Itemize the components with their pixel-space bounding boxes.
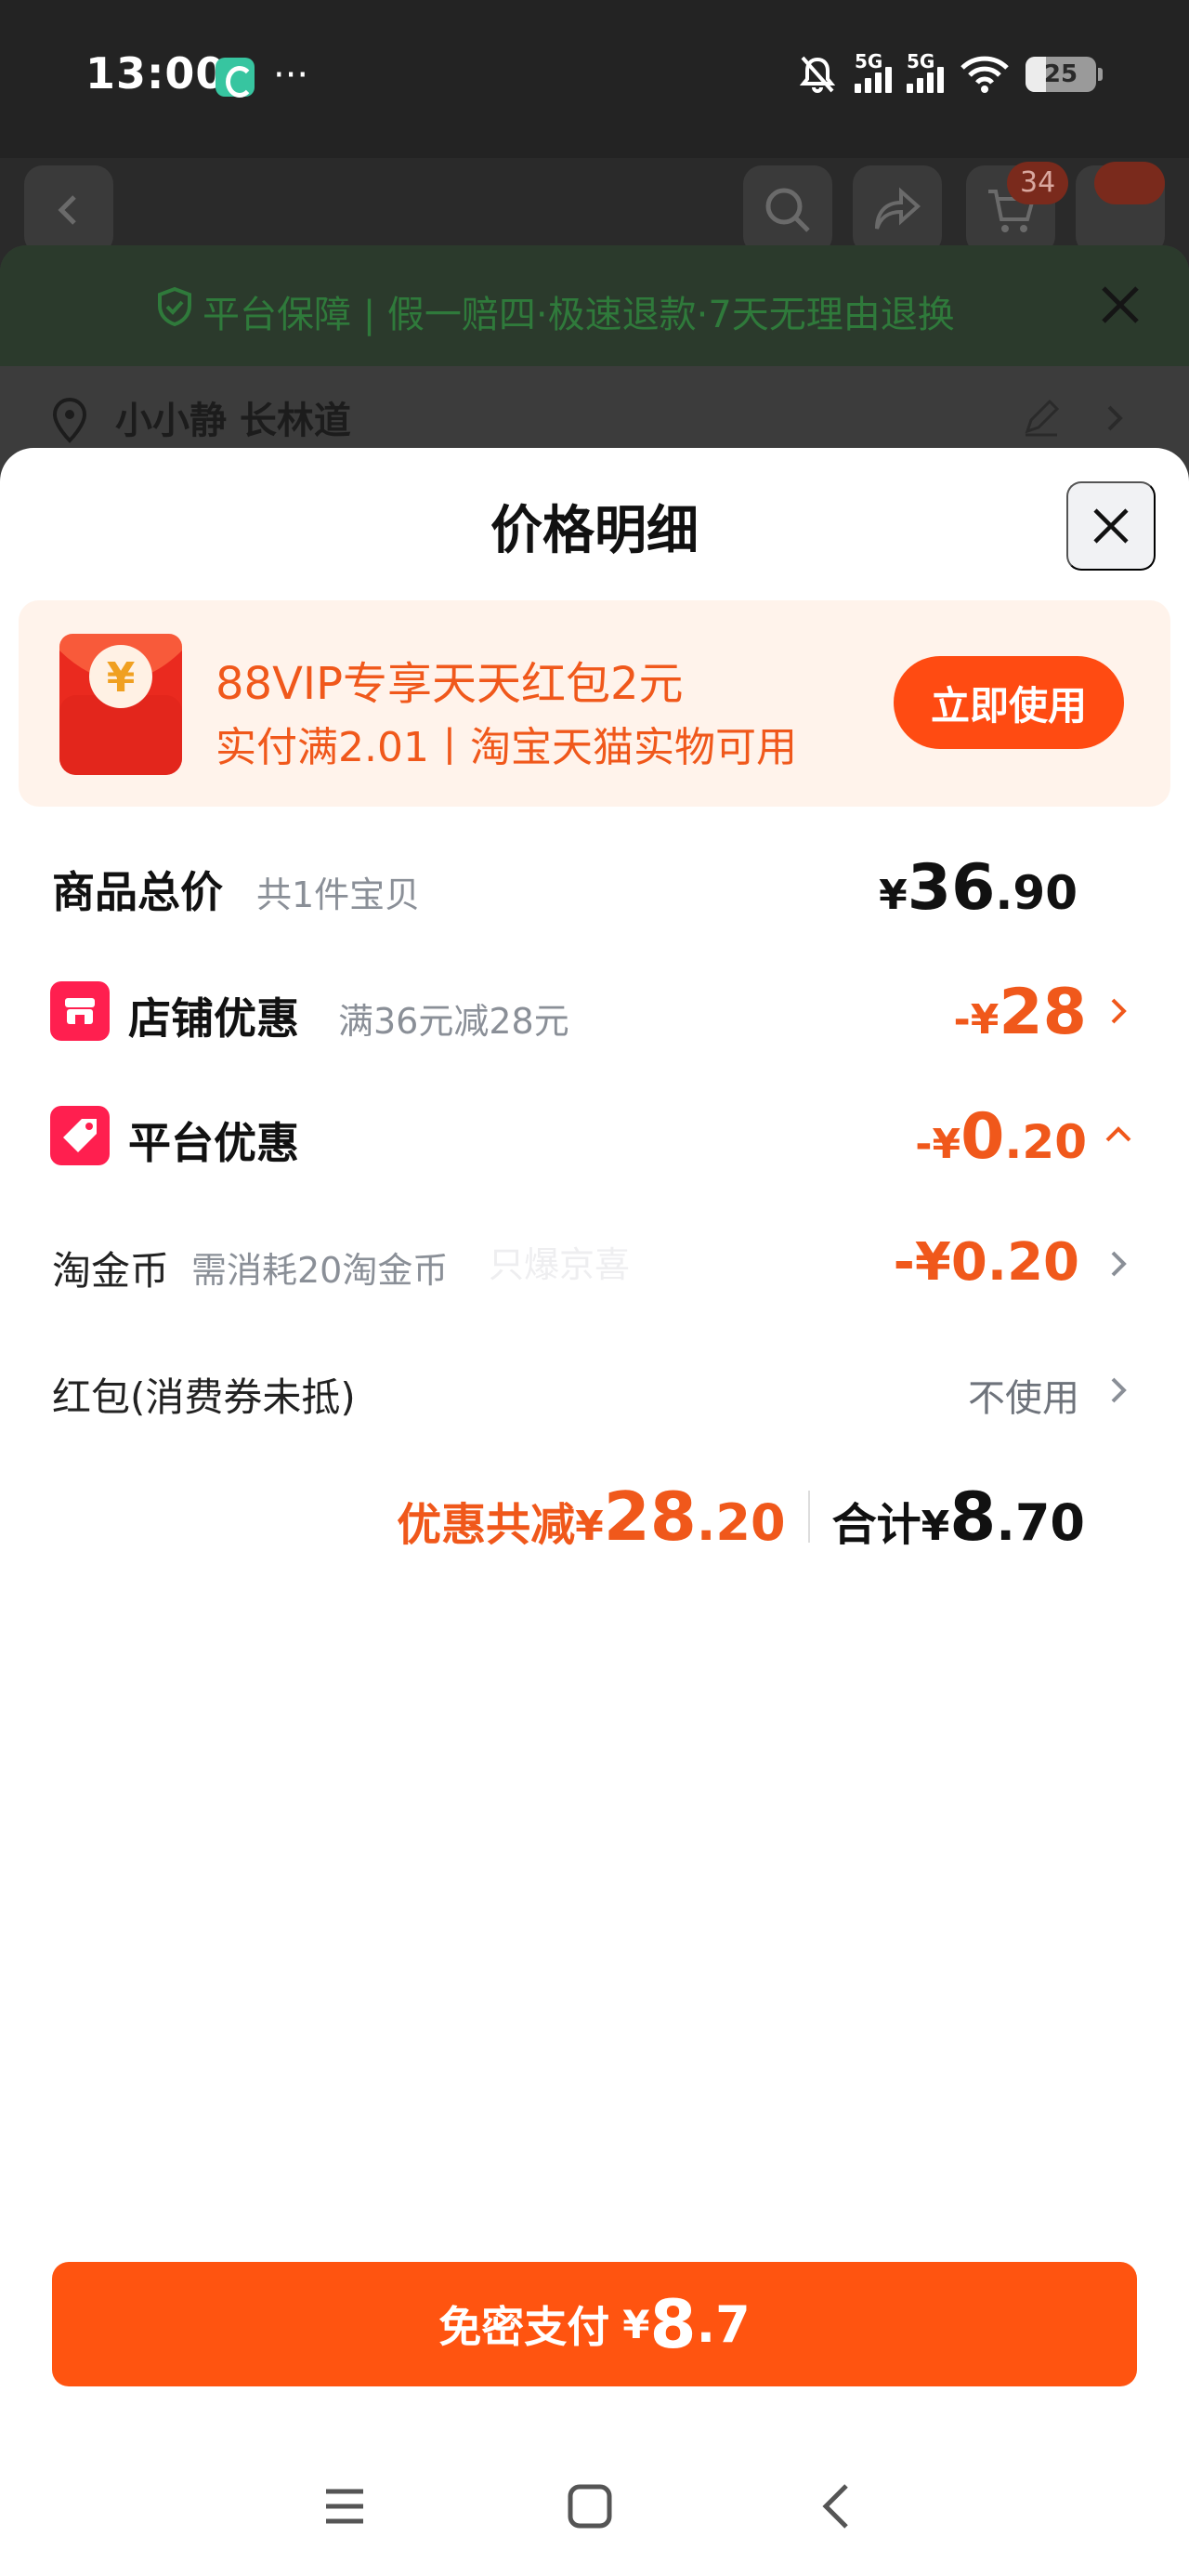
amount-int: 0 — [960, 1100, 1005, 1174]
back-button — [24, 165, 113, 255]
close-icon — [1093, 508, 1129, 544]
address-text: 小小静 长林道 — [115, 400, 351, 442]
pay-amount-int: 8 — [649, 2285, 697, 2363]
battery-icon: 25 — [1026, 57, 1103, 92]
goods-count: 共1件宝贝 — [256, 874, 421, 915]
promo-condition: 实付满2.01丨淘宝天猫实物可用 — [216, 724, 797, 771]
use-now-button[interactable]: 立即使用 — [894, 656, 1124, 749]
menu-button[interactable] — [312, 2474, 377, 2539]
chevron-right-icon — [1111, 1251, 1127, 1277]
goods-total-amount: ¥36.90 — [879, 851, 1078, 925]
search-icon — [765, 188, 810, 232]
signal-label: 5G — [907, 50, 935, 72]
pay-label: 免密支付 — [438, 2302, 610, 2352]
home-button[interactable] — [557, 2474, 622, 2539]
location-icon — [52, 397, 87, 443]
edit-icon — [1025, 399, 1060, 437]
signal-icon: 5G — [907, 50, 944, 93]
shield-icon — [158, 286, 191, 327]
grand-total-label: 合计 — [831, 1499, 921, 1551]
home-icon — [568, 2484, 612, 2529]
status-icons: 5G 5G 25 — [795, 50, 1103, 97]
close-button[interactable] — [1066, 481, 1156, 571]
back-icon — [822, 2484, 848, 2529]
store-icon — [50, 981, 110, 1041]
red-packet-value: 不使用 — [968, 1377, 1079, 1420]
chevron-right-icon — [1111, 1377, 1127, 1403]
close-icon — [1102, 286, 1139, 323]
platform-discount-row[interactable]: 平台优惠 -¥0.20 — [0, 1089, 1189, 1182]
search-button — [743, 165, 832, 255]
mute-bell-icon — [799, 56, 836, 93]
amount-prefix: -¥ — [953, 996, 1000, 1044]
wifi-icon — [960, 56, 1009, 93]
system-nav-bar — [0, 2437, 1189, 2576]
goods-total-row: 商品总价 共1件宝贝 ¥36.90 — [0, 838, 1189, 931]
svg-text:¥: ¥ — [107, 654, 136, 702]
back-button[interactable] — [804, 2474, 869, 2539]
store-discount-rule: 满36元减28元 — [338, 1001, 569, 1042]
red-packet-label: 红包(消费券未抵) — [52, 1374, 356, 1420]
amount-dec: .20 — [1004, 1115, 1087, 1169]
menu-icon — [326, 2489, 363, 2524]
sheet-title: 价格明细 — [490, 501, 699, 561]
price-detail-sheet: 价格明细 ¥ 88VIP专享天天红包2元 实付满2.01丨淘宝天猫实物可用 立即… — [0, 448, 1189, 2576]
price-summary: 优惠共减 ¥ 28 .20 合计 ¥ 8 .70 — [397, 1478, 1085, 1556]
store-discount-label: 店铺优惠 — [128, 993, 299, 1044]
goods-total-label: 商品总价 — [52, 867, 223, 917]
watermark-text: 只爆京喜 — [489, 1244, 631, 1285]
red-envelope-icon: ¥ — [59, 634, 182, 775]
background-page: 34 平台保障 | 假一赔四·极速退款·7天无理由退换 小小静 长林道 — [0, 158, 1189, 524]
chevron-up-icon — [1105, 1126, 1131, 1142]
cart-count-badge: 34 — [1007, 162, 1069, 204]
store-discount-amount: -¥28 — [953, 976, 1087, 1049]
grand-total-dec: .70 — [996, 1493, 1085, 1552]
currency-symbol: ¥ — [879, 872, 908, 919]
discount-total-dec: .20 — [696, 1493, 786, 1552]
signal-icon: 5G — [855, 50, 892, 93]
chevron-right-icon — [1111, 998, 1127, 1024]
currency-symbol: ¥ — [622, 2301, 650, 2347]
battery-level: 25 — [1043, 60, 1078, 88]
app-notification-icon — [216, 58, 255, 98]
currency-symbol: ¥ — [575, 1503, 604, 1550]
store-discount-row[interactable]: 店铺优惠 满36元减28元 -¥28 — [0, 965, 1189, 1058]
tao-coins-row[interactable]: 淘金币 需消耗20淘金币 只爆京喜 -¥0.20 — [0, 1217, 1189, 1310]
guarantee-banner: 平台保障 | 假一赔四·极速退款·7天无理由退换 — [0, 245, 1189, 366]
amount-int: 36 — [907, 851, 996, 925]
promo-title: 88VIP专享天天红包2元 — [216, 658, 684, 710]
password-free-pay-button[interactable]: 免密支付 ¥ 8 .7 — [52, 2262, 1137, 2386]
red-packet-row[interactable]: 红包(消费券未抵) 不使用 — [0, 1344, 1189, 1437]
signal-label: 5G — [855, 50, 883, 72]
pay-amount-dec: .7 — [696, 2294, 751, 2354]
tao-coins-label: 淘金币 — [52, 1248, 170, 1294]
discount-total-int: 28 — [603, 1478, 697, 1556]
status-bar: 13:00 ··· 5G 5G 25 — [0, 0, 1189, 158]
share-button — [853, 165, 942, 255]
status-time: 13:00 — [85, 48, 227, 99]
divider — [807, 1491, 810, 1543]
amount-prefix: -¥ — [915, 1121, 961, 1168]
tao-coins-amount: -¥0.20 — [893, 1232, 1079, 1293]
coupon-tag-icon — [50, 1106, 110, 1165]
message-badge — [1094, 162, 1165, 204]
guarantee-text: 平台保障 | 假一赔四·极速退款·7天无理由退换 — [203, 294, 955, 336]
chevron-right-icon — [1107, 405, 1123, 431]
vip-red-packet-banner: ¥ 88VIP专享天天红包2元 实付满2.01丨淘宝天猫实物可用 立即使用 — [19, 600, 1170, 807]
platform-discount-amount: -¥0.20 — [915, 1100, 1087, 1174]
back-icon — [58, 195, 76, 225]
discount-total-label: 优惠共减 — [397, 1499, 576, 1551]
amount-dec: .90 — [995, 866, 1078, 920]
grand-total-int: 8 — [949, 1478, 997, 1556]
share-icon — [875, 187, 921, 230]
amount-int: 28 — [999, 976, 1087, 1049]
currency-symbol: ¥ — [921, 1503, 950, 1550]
tao-coins-cost: 需消耗20淘金币 — [191, 1250, 449, 1291]
platform-discount-label: 平台优惠 — [128, 1118, 299, 1168]
more-notifications-icon: ··· — [273, 54, 309, 97]
